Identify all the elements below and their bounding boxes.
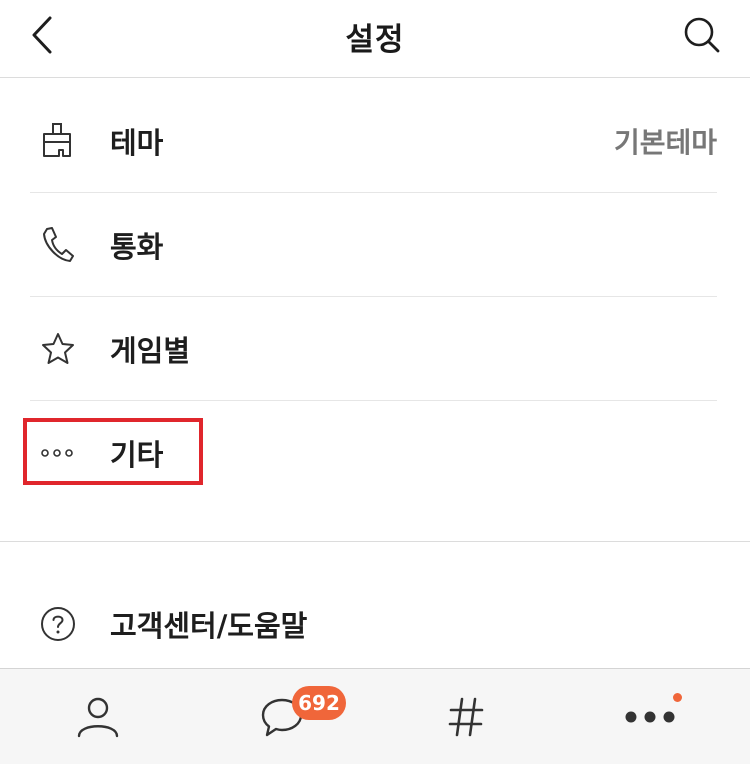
notification-dot xyxy=(673,693,682,702)
menu-item-help[interactable]: 고객센터/도움말 xyxy=(30,572,717,676)
search-icon xyxy=(684,17,720,53)
tab-more[interactable] xyxy=(590,669,710,764)
hashtag-icon xyxy=(448,697,484,737)
menu-item-label: 테마 xyxy=(110,125,164,160)
menu-item-call[interactable]: 통화 xyxy=(30,193,717,297)
unread-badge: 692 xyxy=(292,686,346,720)
phone-icon xyxy=(43,226,74,262)
menu-item-label: 고객센터/도움말 xyxy=(110,609,308,643)
page-title: 설정 xyxy=(345,22,405,58)
chevron-left-icon xyxy=(32,16,52,54)
paintbrush-icon xyxy=(43,122,71,157)
more-dots-icon xyxy=(625,711,675,723)
menu-item-theme[interactable]: 테마 기본테마 xyxy=(30,89,717,193)
section-divider xyxy=(0,541,750,542)
bottom-tab-bar xyxy=(0,668,750,764)
top-app-bar: 설정 xyxy=(0,0,750,78)
menu-item-label: 게임별 xyxy=(110,333,191,368)
back-button[interactable] xyxy=(22,12,62,58)
tab-friends[interactable] xyxy=(38,669,158,764)
search-button[interactable] xyxy=(680,12,724,58)
highlight-box xyxy=(23,418,203,485)
menu-item-game[interactable]: 게임별 xyxy=(30,297,717,401)
person-icon xyxy=(77,697,119,738)
menu-item-label: 통화 xyxy=(110,229,164,264)
star-icon xyxy=(42,332,74,364)
help-circle-icon xyxy=(41,607,75,641)
tab-hashtag[interactable] xyxy=(406,669,526,764)
menu-item-value: 기본테마 xyxy=(613,125,717,159)
